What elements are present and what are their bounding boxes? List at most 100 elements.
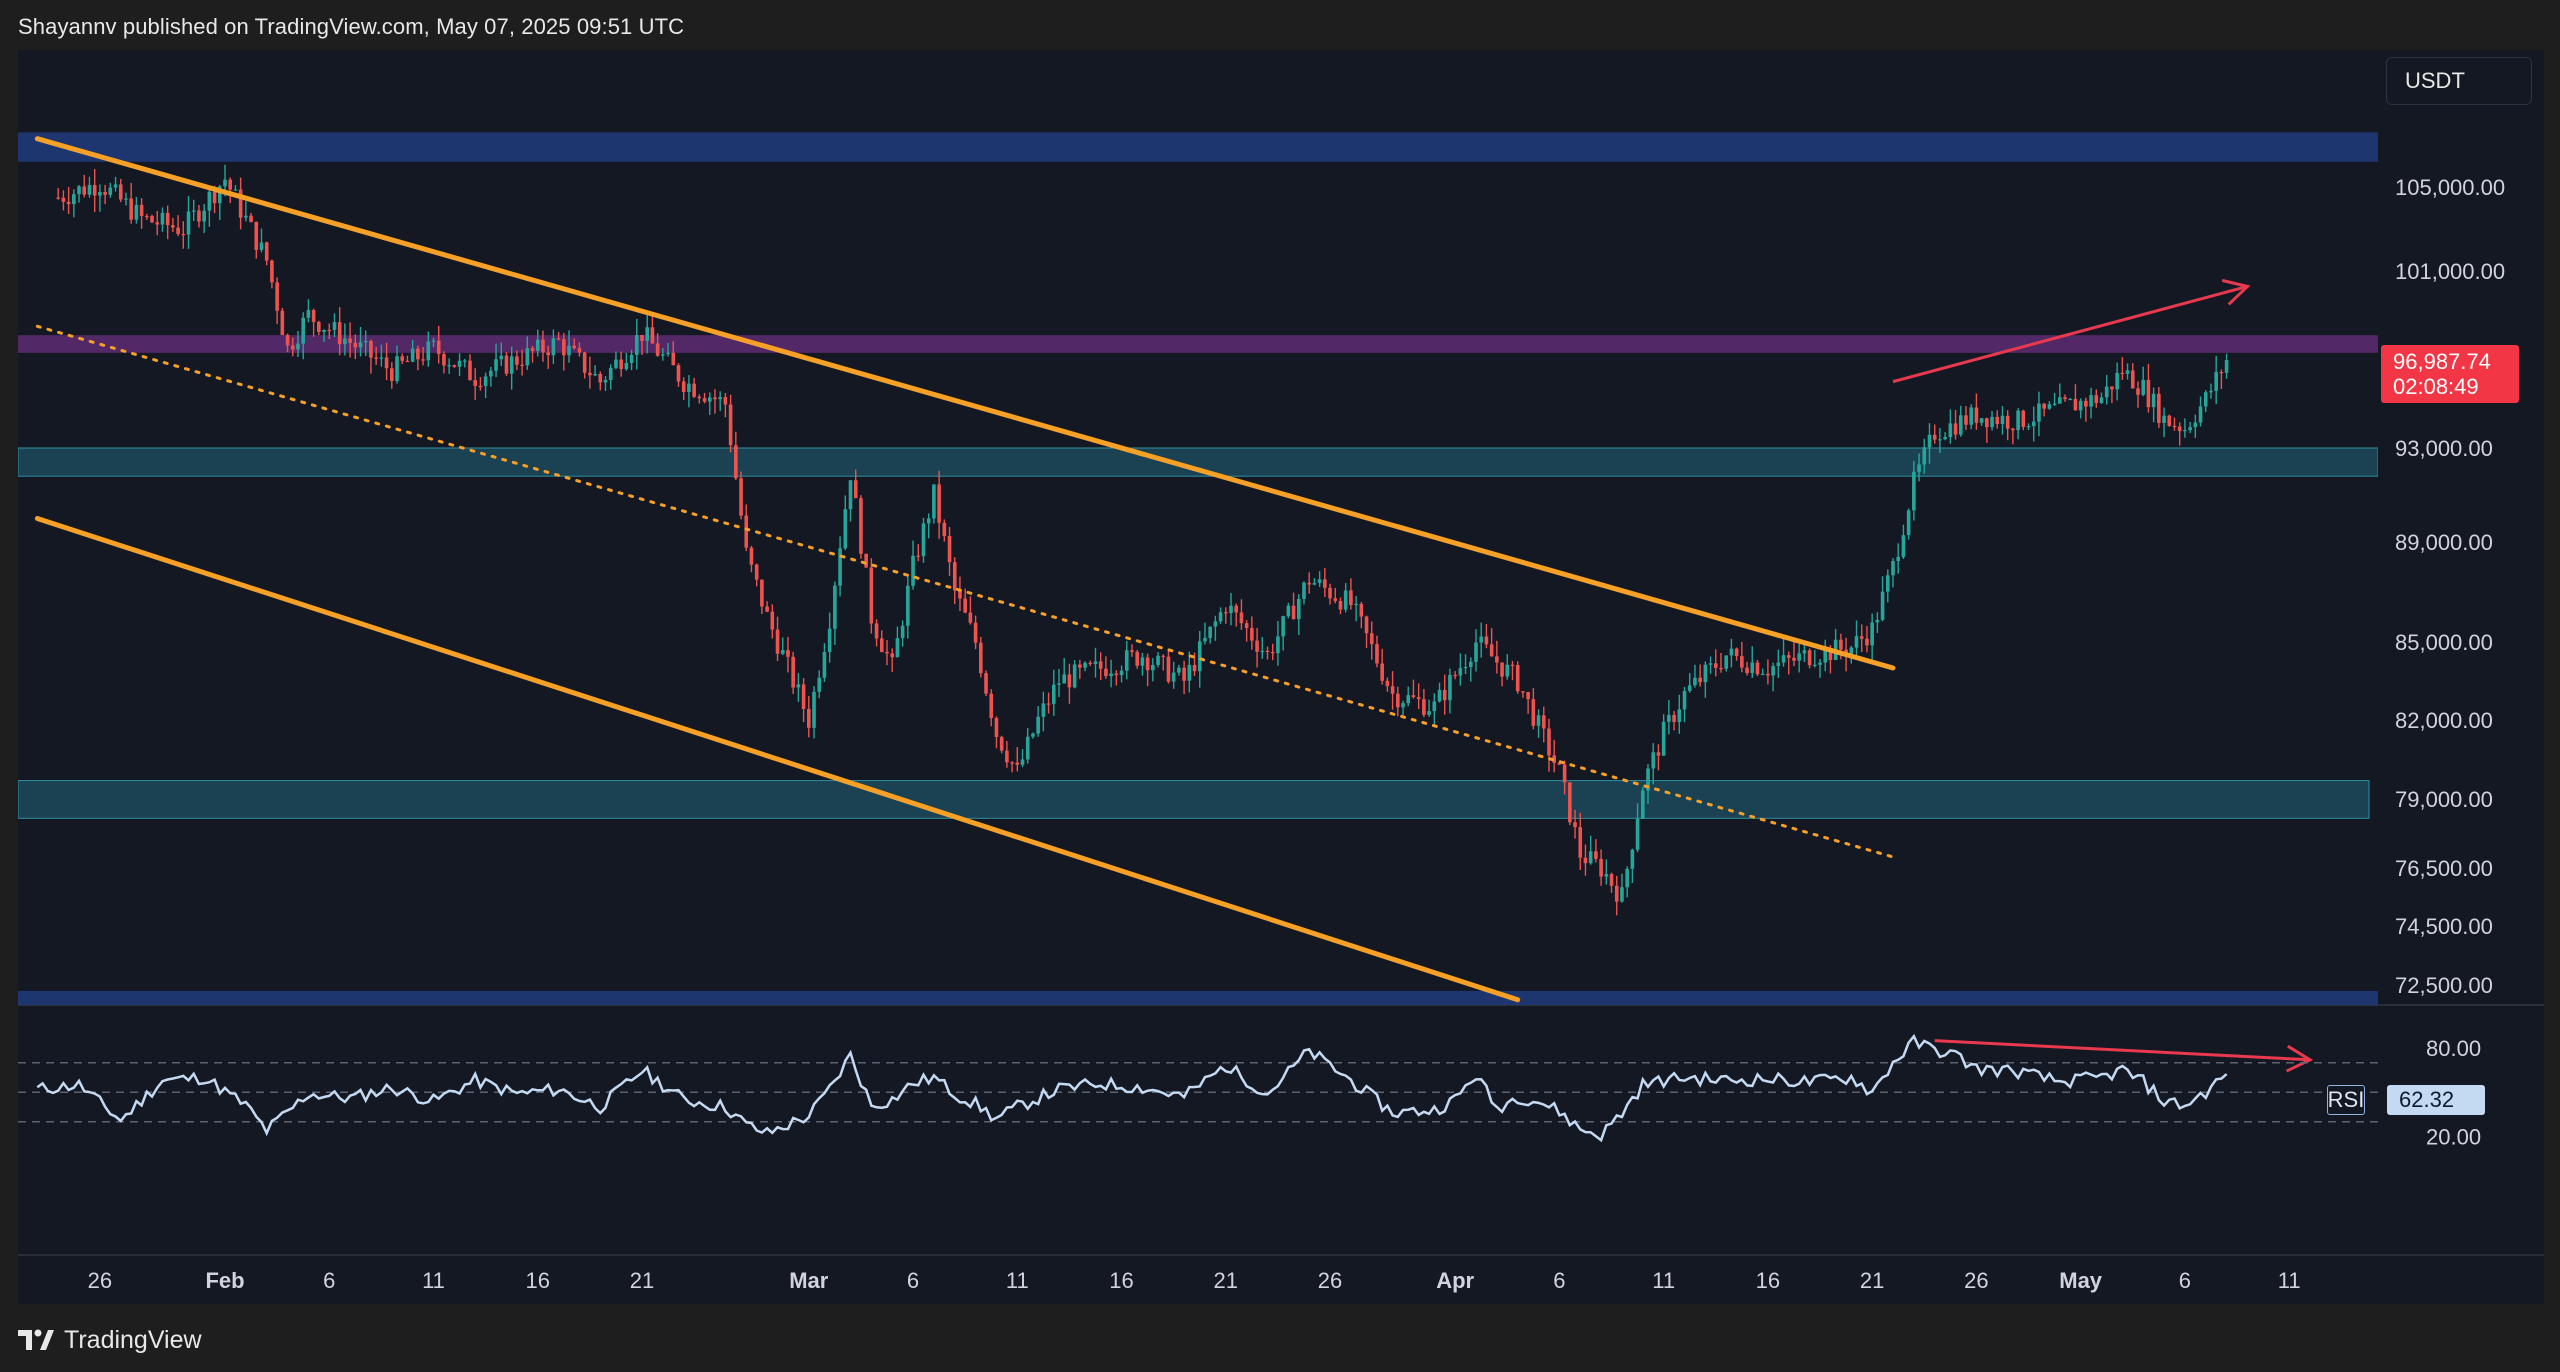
candle-body (2151, 393, 2156, 408)
candle-body (207, 191, 212, 211)
time-tick-label: 21 (1860, 1268, 1884, 1293)
candle-body (1953, 423, 1958, 435)
candle-body (1974, 407, 1979, 423)
candle-body (812, 691, 816, 728)
candle-body (932, 484, 936, 519)
candle-body (1234, 605, 1239, 613)
candle-body (1667, 714, 1671, 722)
candle-body (775, 629, 780, 654)
candle-body (108, 187, 113, 195)
candle-body (1140, 657, 1145, 666)
candle-body (1813, 664, 1817, 667)
candle-body (1078, 664, 1082, 668)
candle-body (2084, 400, 2088, 407)
candle-body (541, 339, 545, 353)
currency-button[interactable]: USDT (2386, 57, 2532, 105)
candle-body (1124, 650, 1129, 671)
candle-body (1072, 664, 1077, 688)
candle-body (228, 179, 233, 190)
candle-body (1938, 439, 1942, 441)
candle-body (947, 536, 952, 563)
price-tick-label: 72,500.00 (2395, 973, 2493, 998)
candle-body (1197, 641, 1202, 672)
candle-body (650, 327, 655, 344)
candle-body (556, 338, 561, 340)
candle-body (515, 356, 519, 365)
candle-body (462, 360, 467, 362)
candle-body (134, 204, 139, 220)
candle-body (744, 515, 749, 548)
candle-body (1208, 626, 1212, 638)
candle-body (796, 684, 801, 688)
candle-body (879, 638, 884, 652)
candle-body (1729, 648, 1734, 656)
candle-body (1296, 598, 1301, 620)
candle-body (1599, 858, 1603, 877)
candle-body (181, 233, 186, 236)
candle-body (1171, 672, 1176, 682)
candle-body (2099, 397, 2104, 403)
candle-body (1442, 689, 1447, 701)
candle-body (1708, 663, 1713, 665)
candle-body (822, 651, 827, 678)
rsi-value: 62.32 (2387, 1085, 2485, 1115)
candle-body (1713, 663, 1718, 668)
price-tick-label: 74,500.00 (2395, 914, 2493, 939)
candle-body (864, 553, 868, 568)
candle-body (1594, 851, 1598, 859)
time-axis[interactable]: 26 Feb 6 11 16 21 Mar 6 11 16 21 26 Apr 6 11 16 21 26 May 6… (88, 1268, 2301, 1293)
candle-body (634, 334, 639, 355)
candle-body (1672, 714, 1676, 722)
candle-body (697, 396, 702, 399)
candle-body (124, 198, 128, 200)
candle-body (1265, 650, 1270, 653)
candle-body (1182, 667, 1186, 681)
candle-body (2094, 395, 2099, 403)
candle-body (2214, 372, 2218, 391)
candle-body (1364, 616, 1369, 634)
candle-body (1609, 874, 1614, 886)
candle-body (1088, 662, 1093, 665)
candle-body (640, 334, 644, 341)
candle-body (1865, 638, 1869, 646)
time-tick-label: Apr (1436, 1268, 1474, 1293)
candle-body (619, 359, 623, 370)
candle-body (1244, 623, 1249, 628)
candle-body (1312, 582, 1317, 585)
candle-body (452, 365, 457, 367)
candle-body (968, 612, 973, 623)
candle-body (869, 567, 874, 624)
candle-body (61, 197, 66, 202)
rsi-tick-label: 80.00 (2426, 1036, 2481, 1061)
candle-body (2172, 425, 2177, 428)
candle-body (791, 656, 795, 688)
candle-body (994, 718, 999, 737)
candle-body (921, 523, 926, 557)
candle-body (1635, 818, 1640, 850)
price-chart[interactable]: 105,000.00 101,000.00 93,000.00 89,000.00 85… (0, 0, 2560, 1372)
time-tick-label: 16 (1109, 1268, 1133, 1293)
candle-body (1661, 721, 1666, 756)
candle-body (1453, 674, 1457, 677)
candle-body (1880, 591, 1885, 620)
candle-body (2136, 388, 2140, 395)
candle-body (1693, 677, 1697, 686)
candle-body (1755, 662, 1760, 675)
candle-body (895, 638, 900, 658)
time-tick-label: 16 (1756, 1268, 1780, 1293)
candle-body (1390, 686, 1395, 694)
candle-body (129, 198, 133, 220)
candle-body (1870, 622, 1874, 646)
candle-body (1349, 590, 1353, 606)
candle-body (1130, 650, 1134, 652)
candle-body (457, 360, 462, 367)
candle-body (1521, 691, 1525, 693)
candle-body (353, 342, 358, 348)
price-axis[interactable]: 105,000.00 101,000.00 93,000.00 89,000.00 85… (2395, 175, 2505, 998)
price-tick-label: 93,000.00 (2395, 436, 2493, 461)
candle-body (374, 357, 378, 359)
candle-body (1891, 561, 1895, 576)
candle-body (1719, 667, 1723, 670)
price-tick-label: 82,000.00 (2395, 708, 2493, 733)
candle-body (1458, 668, 1463, 676)
